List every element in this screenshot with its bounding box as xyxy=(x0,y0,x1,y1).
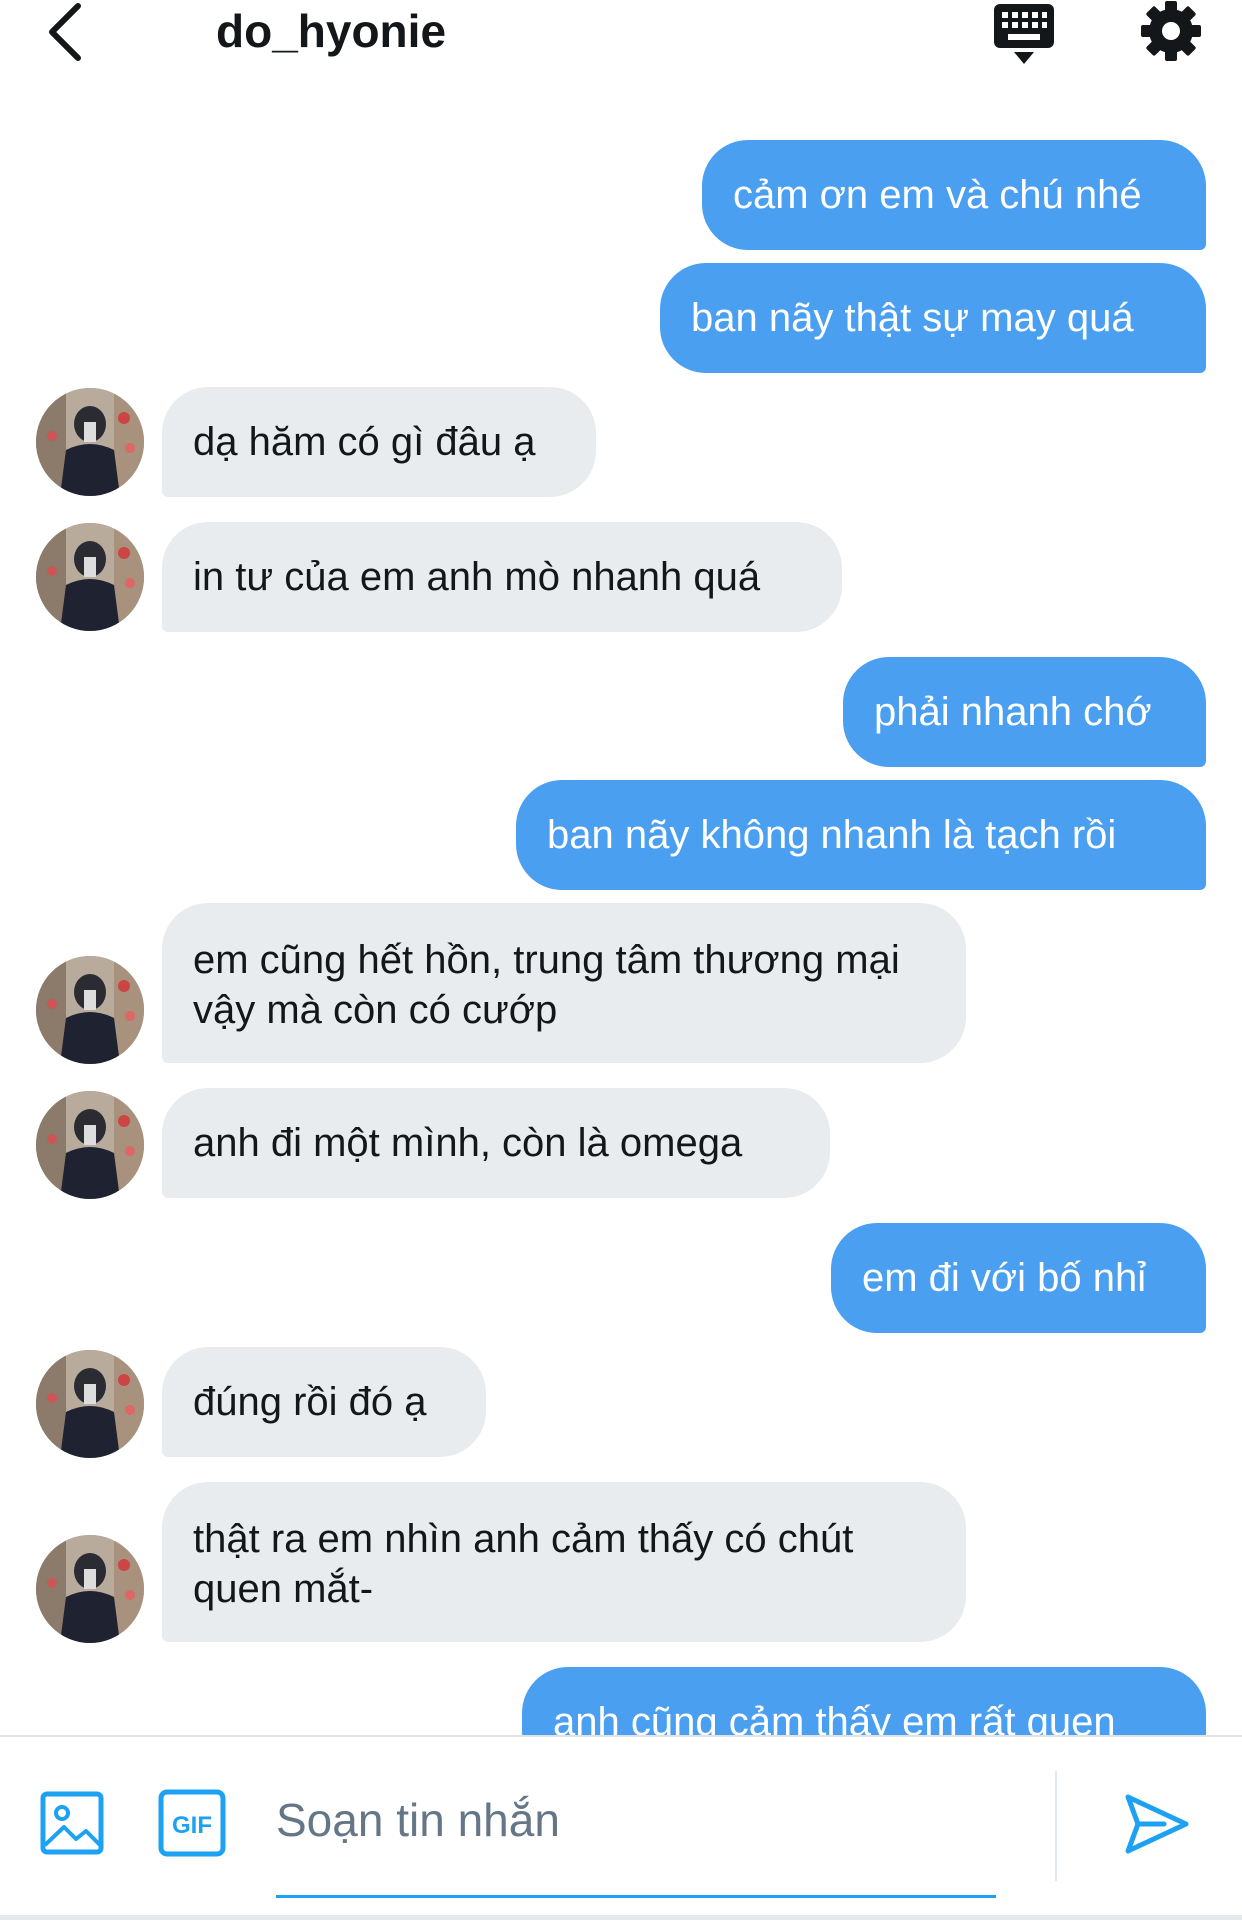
gear-icon[interactable] xyxy=(1140,0,1202,62)
conversation-header: do_hyonie xyxy=(0,0,1242,70)
message-text: ban nãy thật sự may quá xyxy=(691,296,1134,340)
avatar[interactable] xyxy=(36,523,144,631)
message-bubble-sent[interactable]: phải nhanh chớ xyxy=(843,657,1206,767)
message-bubble-sent[interactable]: em đi với bố nhỉ xyxy=(831,1223,1206,1333)
conversation-title[interactable]: do_hyonie xyxy=(216,2,446,60)
avatar-photo xyxy=(36,1535,144,1643)
avatar-photo xyxy=(36,1350,144,1458)
message-bubble-received[interactable]: em cũng hết hồn, trung tâm thương mại vậ… xyxy=(162,903,966,1063)
message-bubble-sent[interactable]: ban nãy không nhanh là tạch rồi xyxy=(516,780,1206,890)
avatar[interactable] xyxy=(36,956,144,1064)
gif-label: GIF xyxy=(172,1812,212,1839)
send-icon[interactable] xyxy=(1124,1791,1190,1857)
message-text: cảm ơn em và chú nhé xyxy=(733,173,1142,217)
message-text: thật ra em nhìn anh cảm thấy có chút que… xyxy=(193,1517,854,1611)
gif-icon[interactable]: GIF xyxy=(158,1789,226,1857)
avatar[interactable] xyxy=(36,1350,144,1458)
message-text: em cũng hết hồn, trung tâm thương mại vậ… xyxy=(193,938,900,1032)
message-text: ban nãy không nhanh là tạch rồi xyxy=(547,813,1117,857)
message-text: em đi với bố nhỉ xyxy=(862,1256,1147,1300)
avatar[interactable] xyxy=(36,1091,144,1199)
message-bubble-received[interactable]: dạ hăm có gì đâu ạ xyxy=(162,387,596,497)
message-bubble-sent[interactable]: cảm ơn em và chú nhé xyxy=(702,140,1206,250)
avatar-photo xyxy=(36,1091,144,1199)
message-list[interactable]: cảm ơn em và chú nhé ban nãy thật sự may… xyxy=(0,70,1242,1735)
keyboard-icon[interactable] xyxy=(992,2,1056,66)
message-text: anh cũng cảm thấy em rất quen xyxy=(553,1700,1116,1735)
composer-divider xyxy=(1055,1771,1057,1881)
avatar[interactable] xyxy=(36,1535,144,1643)
message-bubble-received[interactable]: thật ra em nhìn anh cảm thấy có chút que… xyxy=(162,1482,966,1642)
message-bubble-received[interactable]: in tư của em anh mò nhanh quá xyxy=(162,522,842,632)
message-text: đúng rồi đó ạ xyxy=(193,1380,427,1424)
compose-message-input[interactable] xyxy=(276,1777,996,1863)
avatar-photo xyxy=(36,388,144,496)
message-text: anh đi một mình, còn là omega xyxy=(193,1121,743,1165)
avatar-photo xyxy=(36,956,144,1064)
message-bubble-sent[interactable]: ban nãy thật sự may quá xyxy=(660,263,1206,373)
message-text: dạ hăm có gì đâu ạ xyxy=(193,420,536,464)
message-composer: GIF xyxy=(0,1735,1242,1920)
message-bubble-sent[interactable]: anh cũng cảm thấy em rất quen xyxy=(522,1667,1206,1735)
image-icon[interactable] xyxy=(40,1791,104,1855)
message-text: phải nhanh chớ xyxy=(874,690,1152,734)
message-bubble-received[interactable]: đúng rồi đó ạ xyxy=(162,1347,486,1457)
avatar[interactable] xyxy=(36,388,144,496)
avatar-photo xyxy=(36,523,144,631)
input-underline xyxy=(276,1895,996,1898)
message-text: in tư của em anh mò nhanh quá xyxy=(193,555,761,599)
message-bubble-received[interactable]: anh đi một mình, còn là omega xyxy=(162,1088,830,1198)
back-arrow-icon[interactable] xyxy=(44,2,88,62)
